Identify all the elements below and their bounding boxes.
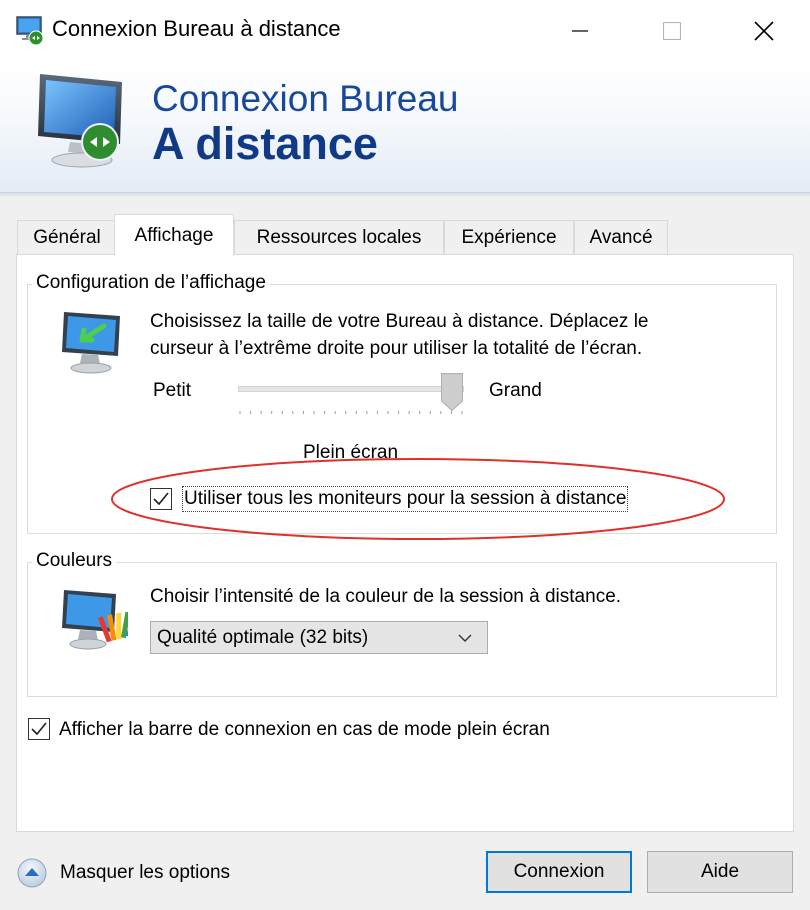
colors-title: Couleurs [32, 550, 117, 572]
collapse-arrow-icon [17, 858, 47, 888]
banner-title-line1: Connexion Bureau [152, 78, 459, 119]
slider-min-label: Petit [153, 380, 192, 401]
help-button-label: Aide [700, 861, 740, 882]
tab-advanced[interactable]: Avancé [574, 220, 668, 254]
close-button[interactable] [718, 0, 810, 62]
display-config-title: Configuration de l’affichage [32, 272, 270, 294]
slider-max-label: Grand [489, 380, 542, 401]
tab-label: Avancé [589, 226, 653, 248]
connection-bar-label: Afficher la barre de connexion en cas de… [59, 719, 550, 740]
connection-bar-option[interactable]: Afficher la barre de connexion en cas de… [27, 716, 647, 744]
minimize-icon [572, 30, 588, 32]
chevron-down-icon [458, 634, 472, 642]
tab-experience[interactable]: Expérience [444, 220, 574, 254]
monitor-arrow-icon [62, 312, 120, 374]
close-icon [754, 21, 774, 41]
slider-value-label: Plein écran [303, 442, 399, 463]
help-button[interactable]: Aide [647, 851, 793, 893]
checkmark-icon [153, 492, 169, 506]
use-all-monitors-label: Utiliser tous les moniteurs pour la sess… [182, 486, 629, 512]
checkmark-icon [31, 722, 47, 736]
remote-desktop-icon [38, 74, 122, 168]
tab-general[interactable]: Général [17, 220, 117, 254]
color-depth-value: Qualité optimale (32 bits) [157, 627, 369, 648]
monitor-palette-icon [62, 590, 128, 650]
connect-button[interactable]: Connexion [486, 851, 632, 893]
display-size-slider[interactable] [238, 386, 464, 392]
color-depth-select[interactable]: Qualité optimale (32 bits) [150, 621, 488, 654]
tab-display[interactable]: Affichage [114, 214, 234, 256]
use-all-monitors-option[interactable]: Utiliser tous les moniteurs pour la sess… [150, 486, 690, 514]
toggle-options-label: Masquer les options [60, 862, 231, 883]
banner-title-line2: A distance [152, 118, 378, 169]
tab-label: Ressources locales [256, 226, 422, 248]
minimize-button[interactable] [534, 0, 626, 62]
tab-label: Affichage [134, 224, 214, 246]
toggle-options-button[interactable]: Masquer les options [16, 856, 266, 890]
slider-ticks [239, 411, 463, 414]
colors-description: Choisir l’intensité de la couleur de la … [150, 586, 622, 607]
use-all-monitors-checkbox[interactable] [150, 488, 172, 510]
tab-label: Expérience [461, 226, 557, 248]
slider-thumb[interactable] [441, 373, 463, 411]
maximize-icon [663, 22, 681, 40]
banner-divider [0, 193, 810, 197]
tab-label: Général [33, 226, 101, 248]
display-description-line1: Choisissez la taille de votre Bureau à d… [150, 311, 649, 332]
window-title: Connexion Bureau à distance [52, 16, 341, 41]
display-description-line2: curseur à l’extrême droite pour utiliser… [150, 338, 643, 359]
connect-button-label: Connexion [513, 861, 605, 882]
connection-bar-checkbox[interactable] [28, 718, 50, 740]
remote-desktop-icon [16, 16, 44, 46]
maximize-button[interactable] [626, 0, 718, 62]
tab-local-resources[interactable]: Ressources locales [234, 220, 444, 254]
